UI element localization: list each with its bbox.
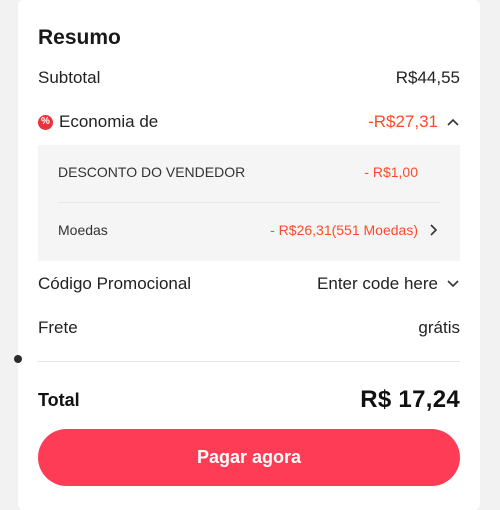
- discount-badge-icon: %: [38, 114, 53, 130]
- total-row: Total R$ 17,24: [38, 386, 460, 414]
- chevron-up-icon[interactable]: [446, 115, 460, 129]
- seller-discount-label: DESCONTO DO VENDEDOR: [58, 164, 246, 180]
- savings-value: -R$27,31: [368, 112, 438, 131]
- coins-value: - R$26,31(551 Moedas): [270, 222, 418, 238]
- subtotal-row: Subtotal R$44,55: [38, 68, 460, 88]
- total-label: Total: [38, 389, 80, 410]
- divider: [58, 202, 440, 203]
- order-summary-card: Resumo Subtotal R$44,55 % Economia de -R…: [14, 0, 480, 510]
- divider: [38, 361, 460, 362]
- subtotal-label: Subtotal: [38, 68, 101, 87]
- promo-code-label: Código Promocional: [38, 274, 192, 293]
- summary-title: Resumo: [38, 26, 121, 49]
- coins-row[interactable]: Moedas - R$26,31(551 Moedas): [58, 222, 440, 238]
- savings-row[interactable]: % Economia de -R$27,31: [38, 112, 460, 132]
- savings-label: Economia de: [59, 112, 159, 131]
- seller-discount-value: - R$1,00: [364, 164, 418, 180]
- discount-breakdown: DESCONTO DO VENDEDOR - R$1,00 Moedas - R…: [38, 145, 460, 261]
- shipping-value: grátis: [418, 318, 460, 337]
- seller-discount-row: DESCONTO DO VENDEDOR - R$1,00: [58, 164, 440, 180]
- chevron-down-icon[interactable]: [446, 277, 460, 291]
- pay-now-button[interactable]: Pagar agora: [38, 429, 460, 486]
- chevron-right-icon[interactable]: [426, 223, 440, 237]
- subtotal-value: R$44,55: [395, 68, 460, 87]
- shipping-row: Frete grátis: [38, 318, 460, 338]
- promo-code-input[interactable]: Enter code here: [317, 274, 438, 294]
- edge-dot: [14, 355, 22, 363]
- total-value: R$ 17,24: [360, 386, 460, 413]
- shipping-label: Frete: [38, 318, 78, 337]
- promo-code-row[interactable]: Código Promocional Enter code here: [38, 274, 460, 294]
- coins-label: Moedas: [58, 222, 108, 238]
